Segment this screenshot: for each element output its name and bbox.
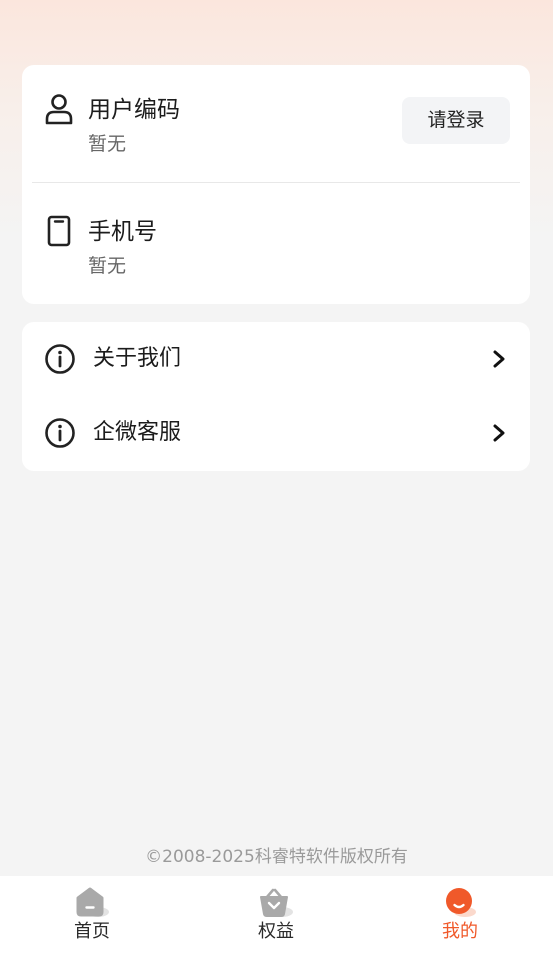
- info-icon: [45, 418, 75, 448]
- menu-item-about-us[interactable]: 关于我们: [22, 328, 530, 390]
- chevron-right-icon: [493, 350, 505, 368]
- basket-icon: [260, 888, 293, 917]
- phone-icon: [47, 215, 71, 247]
- tab-label: 我的: [442, 921, 478, 942]
- tab-label: 首页: [74, 921, 110, 942]
- profile-icon: [446, 888, 476, 917]
- menu-item-wecom-service[interactable]: 企微客服: [22, 402, 530, 464]
- user-icon: [45, 94, 73, 125]
- menu-card: 关于我们 企微客服: [22, 322, 530, 471]
- home-icon: [76, 887, 109, 917]
- profile-card: 用户编码 暂无 请登录 手机号 暂无: [22, 65, 530, 304]
- tab-home[interactable]: 首页: [32, 876, 152, 953]
- menu-item-label: 关于我们: [93, 346, 182, 371]
- phone-label: 手机号: [88, 219, 157, 245]
- menu-item-label: 企微客服: [93, 420, 182, 445]
- copyright-text: ©2008-2025科睿特软件版权所有: [145, 847, 408, 867]
- info-icon: [45, 344, 75, 374]
- user-code-value: 暂无: [88, 133, 127, 155]
- divider: [32, 182, 520, 183]
- tab-mine[interactable]: 我的: [400, 876, 520, 953]
- bottom-tab-bar: 首页 权益 我的: [0, 876, 553, 953]
- chevron-right-icon: [493, 424, 505, 442]
- login-button[interactable]: 请登录: [402, 97, 510, 144]
- user-code-label: 用户编码: [88, 97, 180, 123]
- tab-label: 权益: [258, 921, 294, 942]
- tab-rights[interactable]: 权益: [216, 876, 336, 953]
- phone-row: 手机号 暂无: [22, 207, 530, 307]
- phone-value: 暂无: [88, 255, 127, 277]
